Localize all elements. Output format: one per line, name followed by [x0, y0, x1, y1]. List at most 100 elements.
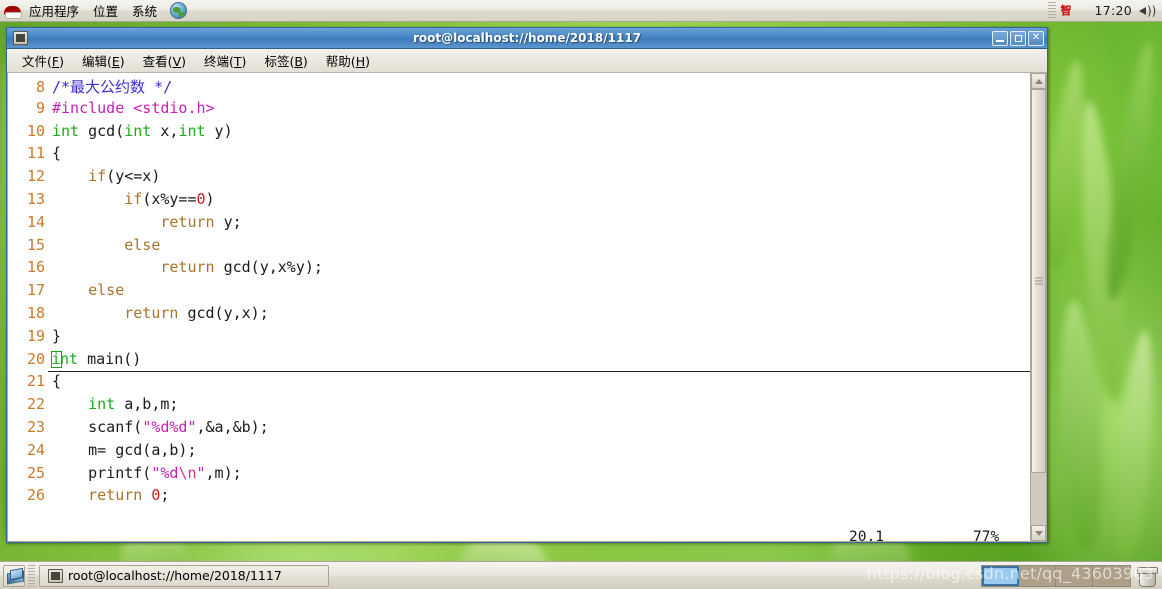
cursor-position: 20,1 — [849, 529, 884, 541]
line-number: 13 — [26, 189, 45, 208]
code-token: \n — [178, 463, 197, 482]
code-token: int — [52, 121, 80, 140]
code-token: ,m); — [205, 463, 242, 482]
code-token: } — [52, 326, 62, 345]
taskbar-grip[interactable] — [28, 564, 35, 587]
line-number: 26 — [26, 486, 45, 505]
panel-menu-applications[interactable]: 应用程序 — [22, 1, 86, 21]
line-content: else — [52, 236, 160, 254]
speaker-icon[interactable] — [1138, 3, 1156, 19]
menu-view-mnemonic: V — [172, 54, 182, 69]
minimize-icon — [996, 40, 1004, 42]
line-number: 16 — [26, 258, 45, 277]
code-line-21: 21 { — [8, 372, 1030, 395]
line-content: m= gcd(a,b); — [52, 441, 196, 459]
scrollbar-track[interactable] — [1031, 89, 1046, 525]
maximize-button[interactable] — [1010, 30, 1026, 46]
menu-tabs[interactable]: 标签(B) — [255, 49, 316, 72]
scroll-up-button[interactable] — [1031, 73, 1046, 89]
taskbar-window-button[interactable]: root@localhost://home/2018/1117 — [39, 564, 329, 587]
line-number: 24 — [26, 440, 45, 459]
clock[interactable]: 17:20 — [1088, 3, 1138, 18]
panel-menu-system-label: 系统 — [132, 4, 158, 19]
code-token: else — [124, 235, 161, 254]
workspace-1[interactable] — [982, 565, 1019, 586]
menu-file-mnemonic: F — [51, 54, 60, 69]
workspace-switcher[interactable] — [981, 564, 1131, 587]
code-token: 0 — [196, 189, 206, 208]
close-button[interactable]: ✕ — [1028, 30, 1044, 46]
code-token: ; — [160, 486, 170, 505]
code-token: if — [124, 189, 143, 208]
menu-file-label: 文件( — [22, 54, 52, 69]
menu-help-mnemonic: H — [355, 54, 366, 69]
menu-view[interactable]: 查看(V) — [134, 49, 195, 72]
menu-tabs-suffix: ) — [302, 54, 308, 69]
panel-menu-places[interactable]: 位置 — [86, 1, 125, 21]
line-number: 12 — [26, 167, 45, 186]
code-token: "%d — [151, 463, 179, 482]
globe-icon[interactable] — [170, 2, 188, 19]
vim-editor-area[interactable]: 8 /*最大公约数 */ 9 #include <stdio.h> 10 int gcd(… — [8, 73, 1030, 541]
code-token: int — [88, 395, 116, 414]
code-line-23: 23 scanf("%d%d",&a,&b); — [8, 418, 1030, 441]
code-token: else — [88, 281, 125, 300]
scrollbar-thumb[interactable] — [1031, 89, 1046, 473]
code-token: ) — [205, 189, 215, 208]
menu-edit[interactable]: 编辑(E) — [73, 49, 134, 72]
window-titlebar[interactable]: root@localhost://home/2018/1117 ✕ — [7, 28, 1047, 49]
grass-blade — [1100, 39, 1162, 301]
menu-terminal-mnemonic: T — [233, 54, 242, 69]
workspace-2[interactable] — [1019, 565, 1056, 586]
line-content: } — [52, 327, 61, 345]
code-token: { — [52, 372, 62, 391]
chevron-down-icon — [1034, 530, 1043, 536]
code-token: return — [124, 303, 179, 322]
code-line-17: 17 else — [8, 281, 1030, 304]
vertical-scrollbar[interactable] — [1030, 73, 1046, 541]
code-line-24: 24 m= gcd(a,b); — [8, 441, 1030, 464]
code-line-14: 14 return y; — [8, 213, 1030, 236]
code-token: return — [88, 486, 143, 505]
code-line-25: 25 printf("%d\n",m); — [8, 464, 1030, 487]
line-number: 22 — [26, 395, 45, 414]
code-token: y; — [214, 212, 242, 231]
code-token: gcd(y,x%y); — [214, 258, 323, 277]
scroll-down-button[interactable] — [1031, 525, 1046, 541]
minimize-button[interactable] — [992, 30, 1008, 46]
window-buttons: ✕ — [992, 30, 1044, 46]
panel-menu-system[interactable]: 系统 — [125, 1, 164, 21]
code-token: { — [52, 144, 62, 163]
code-token: " — [196, 463, 206, 482]
code-line-11: 11 { — [8, 144, 1030, 167]
menu-help[interactable]: 帮助(H) — [317, 49, 379, 72]
workspace-3[interactable] — [1056, 565, 1093, 586]
line-number: 23 — [26, 417, 45, 436]
menu-terminal-label: 终端( — [204, 54, 234, 69]
top-panel: 应用程序 位置 系统 17:20 — [0, 0, 1162, 22]
code-line-10: 10 int gcd(int x,int y) — [8, 122, 1030, 145]
code-line-26: 26 return 0; — [8, 486, 1030, 509]
code-token: int — [178, 121, 206, 140]
redhat-logo-icon[interactable] — [4, 3, 22, 19]
line-content: return gcd(y,x); — [52, 304, 269, 322]
code-line-15: 15 else — [8, 236, 1030, 259]
line-number: 8 — [35, 78, 45, 96]
input-method-icon[interactable] — [1060, 3, 1076, 19]
menu-file[interactable]: 文件(F) — [13, 49, 73, 72]
terminal-body: 8 /*最大公约数 */ 9 #include <stdio.h> 10 int gcd(… — [7, 73, 1047, 542]
terminal-icon — [13, 31, 28, 45]
line-content: { — [52, 144, 61, 162]
show-desktop-icon[interactable] — [3, 564, 25, 587]
code-line-19: 19} — [8, 327, 1030, 350]
menu-terminal[interactable]: 终端(T) — [195, 49, 255, 72]
trash-icon[interactable] — [1137, 565, 1158, 587]
terminal-window: root@localhost://home/2018/1117 ✕ 文件(F) … — [6, 27, 1048, 543]
tray-grip[interactable] — [1048, 1, 1057, 20]
menu-view-label: 查看( — [142, 54, 173, 69]
line-number: 9 — [35, 98, 45, 117]
workspace-4[interactable] — [1093, 565, 1130, 586]
